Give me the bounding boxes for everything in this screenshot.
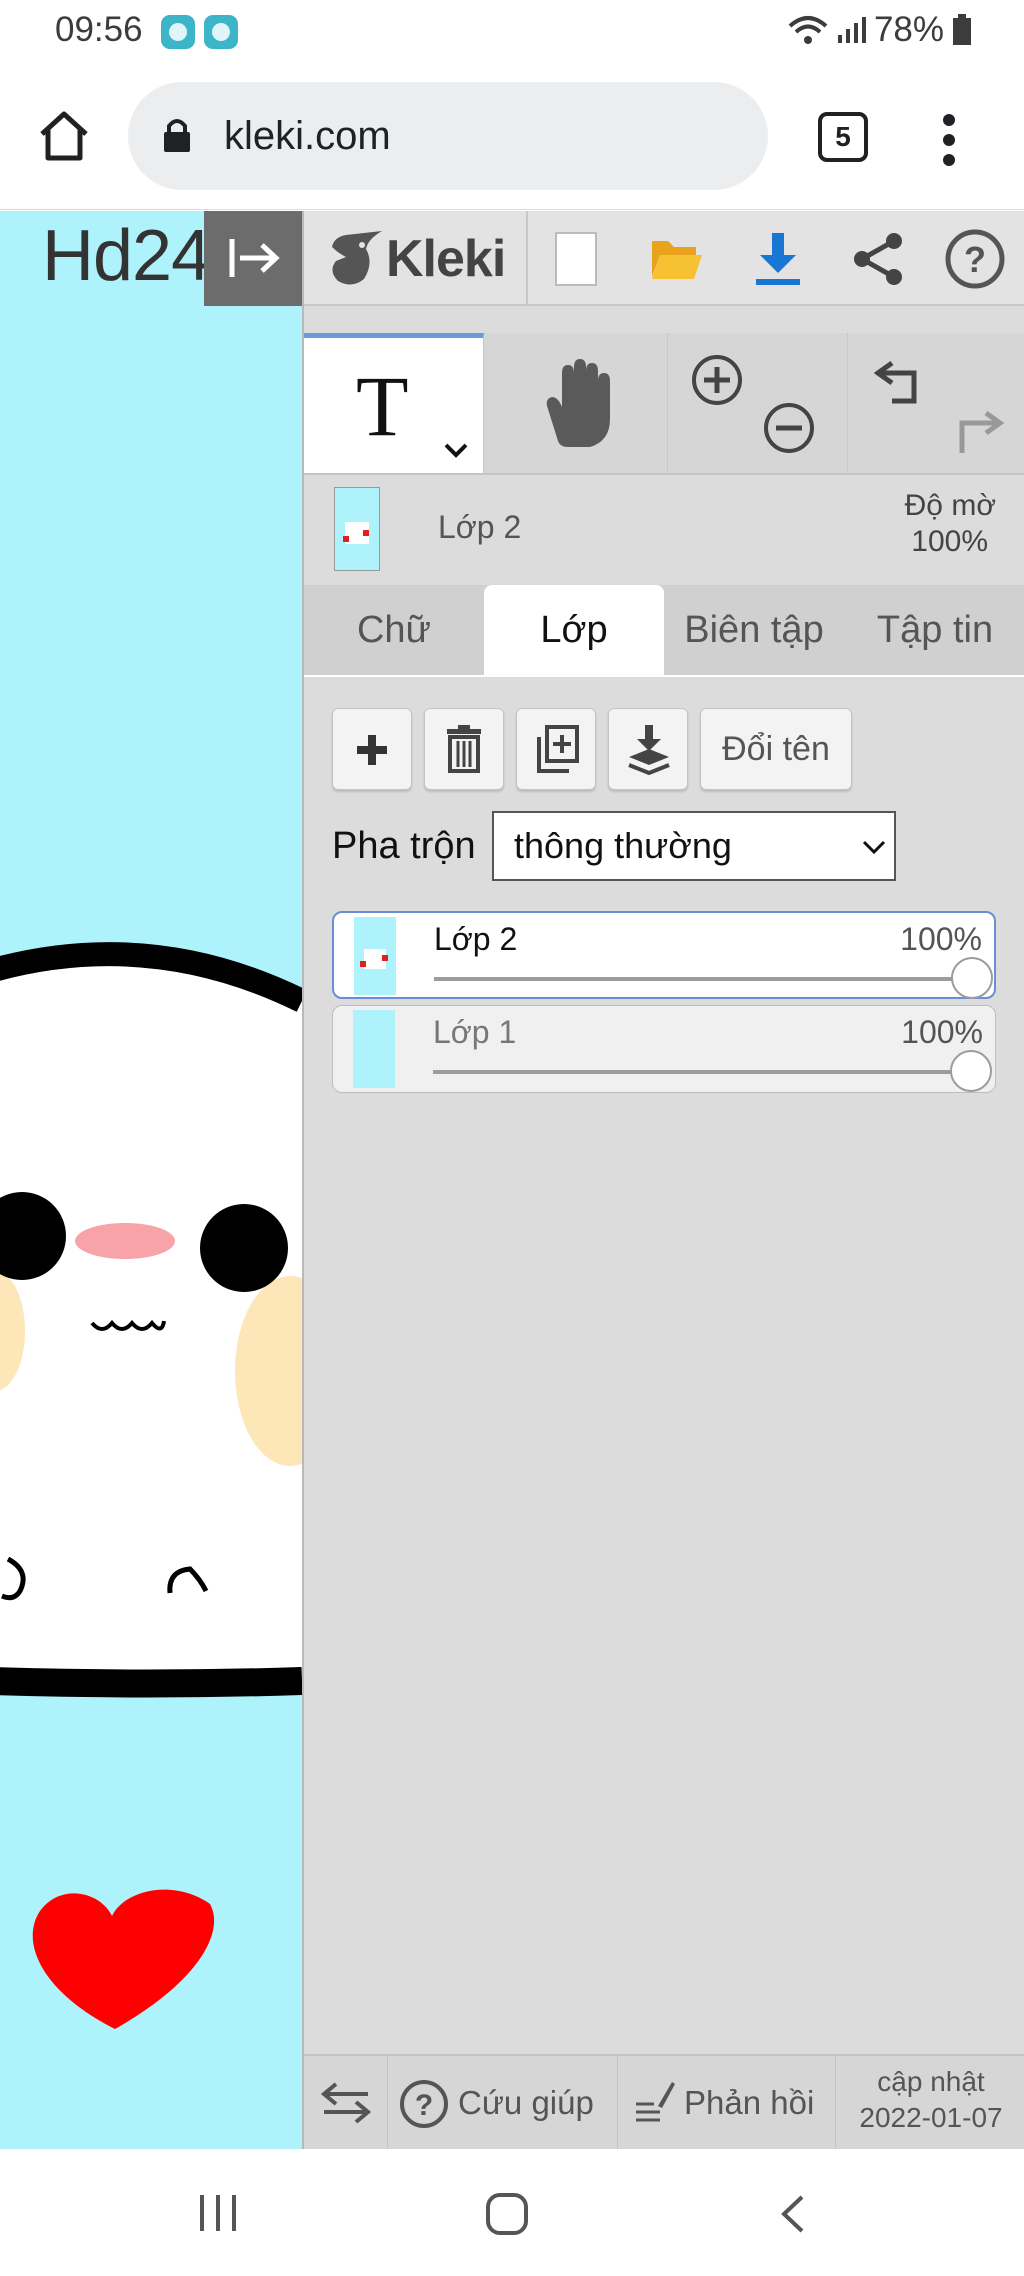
tool-row: T (304, 333, 1024, 475)
app-notification-icon (161, 15, 195, 49)
feedback-button[interactable]: Phản hồi (618, 2056, 836, 2151)
merge-down-icon (628, 725, 670, 775)
collapse-toolspace-button[interactable] (204, 211, 302, 306)
address-bar[interactable]: kleki.com (128, 82, 768, 190)
duplicate-icon (537, 725, 579, 773)
drawing-canvas[interactable]: Hd247 (0, 211, 302, 2149)
redo-icon[interactable] (948, 403, 1004, 459)
share-icon[interactable] (850, 231, 906, 287)
divider (526, 211, 528, 306)
layer-preview-thumbnail[interactable] (334, 487, 380, 571)
layer-opacity-knob[interactable] (951, 957, 993, 999)
open-folder-icon[interactable] (650, 233, 704, 283)
text-tool-button[interactable]: T (304, 333, 484, 473)
update-date: 2022-01-07 (859, 2102, 1003, 2133)
feedback-label: Phản hồi (684, 2084, 815, 2121)
layer-item-2[interactable]: Lớp 2 100% (332, 911, 996, 999)
update-label: cập nhật (877, 2066, 985, 2097)
back-icon[interactable] (778, 2193, 808, 2235)
layer-thumbnail (354, 917, 396, 995)
lock-icon (164, 119, 190, 152)
layer-name: Lớp 1 (433, 1014, 517, 1050)
status-time: 09:56 (55, 10, 143, 49)
download-icon[interactable] (752, 231, 804, 287)
delete-layer-button[interactable] (424, 708, 504, 790)
swap-icon (320, 2082, 372, 2124)
android-navigation-bar (0, 2149, 1024, 2276)
browser-toolbar: kleki.com 5 (0, 62, 1024, 210)
chevron-down-icon[interactable] (444, 442, 468, 458)
add-layer-icon (357, 735, 387, 765)
canvas-drawing (0, 942, 302, 2029)
text-tool-glyph: T (356, 358, 409, 454)
help-icon[interactable]: ? (944, 228, 1006, 290)
panel-tabs: Chữ Lớp Biên tập Tập tin (304, 585, 1024, 675)
status-right: 78% (788, 10, 972, 50)
app-notification-icon (204, 15, 238, 49)
blend-mode-value: thông thường (514, 825, 732, 866)
collapse-icon (229, 239, 280, 277)
delete-icon (447, 725, 481, 773)
layer-opacity-knob[interactable] (950, 1050, 992, 1092)
app-top-bar: Kleki ? (304, 211, 1024, 306)
rename-layer-button[interactable]: Đổi tên (700, 708, 852, 790)
footer-bar: ? Cứu giúp Phản hồi cập nhật 2022-01-07 (304, 2054, 1024, 2151)
changelog-link[interactable]: cập nhật 2022-01-07 (836, 2056, 1024, 2151)
zoom-controls (668, 333, 848, 473)
url-text: kleki.com (224, 114, 391, 158)
home-icon[interactable] (36, 108, 92, 164)
toolspace-panel: Kleki ? T Lớp 2 Độ mờ 100% Chữ Lớp Biên … (302, 211, 1024, 2151)
kleki-logo-icon (332, 231, 382, 285)
opacity-value: 100% (911, 525, 988, 558)
hand-tool-button[interactable] (484, 333, 668, 473)
layer-opacity-slider[interactable] (433, 1070, 973, 1074)
tab-file[interactable]: Tập tin (844, 585, 1024, 675)
undo-icon[interactable] (874, 355, 930, 407)
chevron-down-icon (862, 840, 886, 855)
battery-icon (953, 14, 971, 45)
menu-icon[interactable] (938, 112, 960, 168)
tab-layers[interactable]: Lớp (484, 585, 664, 675)
recent-apps-icon[interactable] (196, 2193, 240, 2233)
signal-icon (837, 17, 866, 43)
wifi-icon (788, 16, 828, 44)
help-icon: ? (400, 2080, 448, 2128)
app-logo-text: Kleki (386, 230, 506, 288)
zoom-in-icon[interactable] (690, 353, 744, 407)
blend-mode-select[interactable]: thông thường (492, 811, 896, 881)
opacity-label: Độ mờ (904, 489, 996, 522)
merge-down-button[interactable] (608, 708, 688, 790)
help-label: Cứu giúp (458, 2084, 594, 2121)
zoom-out-icon[interactable] (762, 401, 816, 455)
svg-text:?: ? (964, 239, 986, 280)
history-controls (848, 333, 1024, 473)
layer-thumbnail (353, 1010, 395, 1088)
layer-opacity-slider[interactable] (434, 977, 974, 981)
layer-name: Lớp 2 (434, 921, 518, 957)
battery-percent: 78% (873, 10, 944, 49)
layer-item-1[interactable]: Lớp 1 100% (332, 1005, 996, 1093)
tab-underline (304, 675, 1024, 677)
new-file-icon[interactable] (554, 231, 598, 287)
hand-icon (546, 359, 610, 447)
tab-edit[interactable]: Biên tập (664, 585, 844, 675)
tab-brush[interactable]: Chữ (304, 585, 484, 675)
status-bar: 09:56 78% (0, 0, 1024, 62)
help-button[interactable]: ? Cứu giúp (388, 2056, 618, 2151)
add-layer-button[interactable] (332, 708, 412, 790)
layer-opacity-value: 100% (901, 1014, 983, 1050)
tab-switcher-button[interactable]: 5 (818, 112, 868, 162)
svg-text:?: ? (415, 2089, 433, 2122)
nav-home-icon[interactable] (484, 2191, 530, 2237)
layer-opacity-value: 100% (900, 921, 982, 957)
feedback-icon (636, 2082, 675, 2122)
blend-mode-label: Pha trộn (332, 825, 476, 867)
duplicate-layer-button[interactable] (516, 708, 596, 790)
current-layer-name: Lớp 2 (438, 509, 522, 545)
layer-preview-header: Lớp 2 Độ mờ 100% (304, 477, 1024, 577)
swap-side-button[interactable] (304, 2056, 388, 2151)
